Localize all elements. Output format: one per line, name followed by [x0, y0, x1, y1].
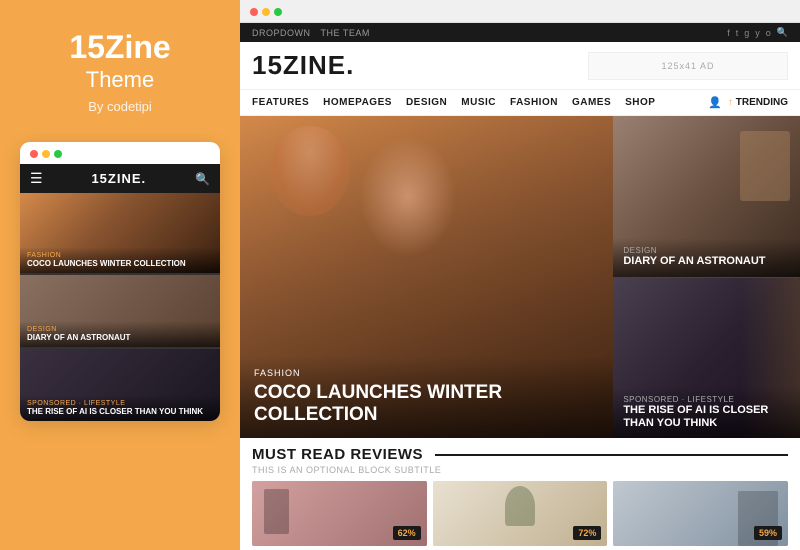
site-topbar: DROPDOWN THE TEAM f t g y o 🔍	[240, 23, 800, 42]
facebook-icon[interactable]: f	[727, 28, 730, 38]
side-card-tag-1: DESIGN	[623, 246, 790, 255]
nav-shop[interactable]: SHOP	[625, 97, 655, 108]
search-icon[interactable]: 🔍	[195, 172, 210, 186]
brand-subtitle: Theme	[86, 67, 154, 93]
browser-dot-green	[274, 8, 282, 16]
brand-author: By codetipi	[88, 99, 152, 114]
mobile-card-overlay-1: FASHION COCO LAUNCHES WINTER COLLECTION	[20, 247, 220, 274]
nav-fashion[interactable]: FASHION	[510, 97, 558, 108]
mobile-card-title-2: DIARY OF AN ASTRONAUT	[27, 333, 213, 343]
mobile-card-tag-1: FASHION	[27, 252, 213, 259]
mobile-logo: 15ZINE.	[91, 171, 146, 186]
nav-games[interactable]: GAMES	[572, 97, 611, 108]
mobile-card-title-1: COCO LAUNCHES WINTER COLLECTION	[27, 259, 213, 269]
mobile-mockup: ☰ 15ZINE. 🔍 FASHION COCO LAUNCHES WINTER…	[20, 142, 220, 421]
youtube-icon[interactable]: y	[755, 28, 760, 38]
mobile-nav-bar: ☰ 15ZINE. 🔍	[20, 164, 220, 193]
nav-features[interactable]: FEATURES	[252, 97, 309, 108]
hero-main-overlay: FASHION COCO LAUNCHES WINTER COLLECTION	[240, 356, 613, 438]
reviews-title: MUST READ REVIEWS	[252, 446, 423, 463]
ad-banner: 125x41 AD	[588, 52, 788, 80]
mobile-card-3: SPONSORED · LIFESTYLE THE RISE OF AI IS …	[20, 349, 220, 421]
review-badge-2: 72%	[573, 526, 601, 540]
hero-side-card-1[interactable]: DESIGN DIARY OF AN ASTRONAUT	[613, 116, 800, 277]
browser-window-dots	[250, 8, 282, 16]
review-figure-2	[505, 486, 535, 526]
mobile-card-2: DESIGN DIARY OF AN ASTRONAUT	[20, 275, 220, 347]
brand-title: 15Zine	[69, 30, 170, 65]
instagram-icon[interactable]: o	[766, 28, 771, 38]
website-content: DROPDOWN THE TEAM f t g y o 🔍 15ZINE. 12…	[240, 23, 800, 550]
hero-side-card-2[interactable]: SPONSORED · LIFESTYLE THE RISE OF AI IS …	[613, 278, 800, 439]
side-card-title-2: THE RISE OF AI IS CLOSER THAN YOU THINK	[623, 404, 790, 430]
mobile-window-dots	[30, 150, 62, 158]
review-badge-1: 62%	[393, 526, 421, 540]
review-badge-3: 59%	[754, 526, 782, 540]
site-nav: FEATURES HOMEPAGES DESIGN MUSIC FASHION …	[240, 90, 800, 116]
topbar-dropdown[interactable]: DROPDOWN	[252, 28, 311, 38]
hero-tag: FASHION	[254, 368, 599, 378]
mobile-card-tag-3: SPONSORED · LIFESTYLE	[27, 400, 213, 407]
reviews-subtitle: THIS IS AN OPTIONAL BLOCK SUBTITLE	[252, 465, 788, 475]
side-card-tag-2: SPONSORED · LIFESTYLE	[623, 395, 790, 404]
nav-items: FEATURES HOMEPAGES DESIGN MUSIC FASHION …	[252, 97, 655, 108]
reviews-cards: 62% 72% 59%	[252, 481, 788, 546]
mobile-top-bar	[20, 142, 220, 164]
hero-side: DESIGN DIARY OF AN ASTRONAUT SPONSORED ·…	[613, 116, 800, 438]
mobile-card-overlay-2: DESIGN DIARY OF AN ASTRONAUT	[20, 321, 220, 348]
side-card-overlay-2: SPONSORED · LIFESTYLE THE RISE OF AI IS …	[613, 387, 800, 438]
topbar-team[interactable]: THE TEAM	[321, 28, 370, 38]
review-card-2[interactable]: 72%	[433, 481, 608, 546]
site-header: 15ZINE. 125x41 AD	[240, 42, 800, 90]
reviews-section: MUST READ REVIEWS THIS IS AN OPTIONAL BL…	[240, 438, 800, 550]
review-figure-1	[264, 489, 289, 534]
review-card-3[interactable]: 59%	[613, 481, 788, 546]
topbar-nav: DROPDOWN THE TEAM	[252, 28, 370, 38]
dot-yellow	[42, 150, 50, 158]
nav-design[interactable]: DESIGN	[406, 97, 447, 108]
side-card-title-1: DIARY OF AN ASTRONAUT	[623, 255, 790, 268]
google-icon[interactable]: g	[744, 28, 749, 38]
topbar-socials: f t g y o 🔍	[727, 27, 788, 38]
dot-green	[54, 150, 62, 158]
browser-dot-red	[250, 8, 258, 16]
nav-right: 👤 ↑ TRENDING	[708, 96, 788, 109]
mobile-card-1: FASHION COCO LAUNCHES WINTER COLLECTION	[20, 193, 220, 273]
dot-red	[30, 150, 38, 158]
reviews-header: MUST READ REVIEWS	[252, 446, 788, 463]
hero-section: FASHION COCO LAUNCHES WINTER COLLECTION …	[240, 116, 800, 438]
browser-chrome	[240, 0, 800, 23]
hamburger-icon[interactable]: ☰	[30, 170, 43, 187]
search-icon[interactable]: 🔍	[777, 27, 788, 38]
reviews-line	[435, 454, 788, 456]
hero-title: COCO LAUNCHES WINTER COLLECTION	[254, 382, 599, 426]
left-panel: 15Zine Theme By codetipi ☰ 15ZINE. 🔍 FAS…	[0, 0, 240, 550]
browser-mockup: DROPDOWN THE TEAM f t g y o 🔍 15ZINE. 12…	[240, 0, 800, 550]
twitter-icon[interactable]: t	[736, 28, 739, 38]
mobile-card-title-3: THE RISE OF AI IS CLOSER THAN YOU THINK	[27, 407, 213, 417]
trending-label: ↑ TRENDING	[728, 97, 788, 108]
mobile-card-overlay-3: SPONSORED · LIFESTYLE THE RISE OF AI IS …	[20, 395, 220, 422]
nav-music[interactable]: MUSIC	[461, 97, 496, 108]
nav-homepages[interactable]: HOMEPAGES	[323, 97, 392, 108]
user-icon: 👤	[708, 96, 722, 109]
mobile-card-tag-2: DESIGN	[27, 326, 213, 333]
browser-dot-yellow	[262, 8, 270, 16]
site-logo: 15ZINE.	[252, 50, 354, 81]
side-card-overlay-1: DESIGN DIARY OF AN ASTRONAUT	[613, 238, 800, 276]
hero-main[interactable]: FASHION COCO LAUNCHES WINTER COLLECTION	[240, 116, 613, 438]
review-card-1[interactable]: 62%	[252, 481, 427, 546]
side-card-figure	[740, 131, 790, 201]
